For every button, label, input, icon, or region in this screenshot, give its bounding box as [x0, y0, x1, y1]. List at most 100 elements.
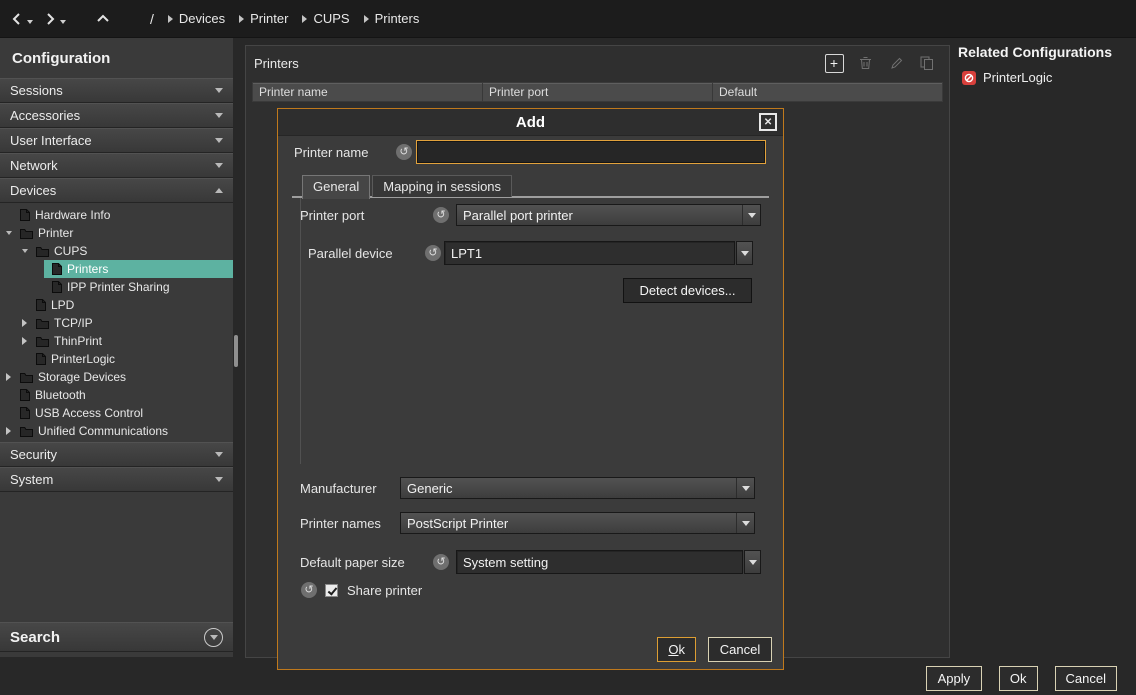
- printer-names-dropdown[interactable]: PostScript Printer: [400, 512, 755, 534]
- printer-name-input[interactable]: [416, 140, 766, 164]
- sidebar-search-header[interactable]: Search: [0, 622, 233, 652]
- edit-printer-button[interactable]: [886, 53, 906, 73]
- chevron-up-icon: [96, 12, 110, 26]
- reset-icon[interactable]: ↺: [433, 554, 449, 570]
- breadcrumb-arrow-icon: [239, 15, 244, 23]
- breadcrumb-devices[interactable]: Devices: [168, 11, 225, 26]
- tree-item-printerlogic[interactable]: PrinterLogic: [0, 350, 233, 368]
- sidebar-section-network[interactable]: Network: [0, 153, 233, 178]
- add-printer-button[interactable]: +: [824, 53, 844, 73]
- configuration-sidebar: Configuration Sessions Accessories User …: [0, 38, 233, 657]
- expand-arrow-icon[interactable]: [6, 231, 20, 235]
- tree-item-cups[interactable]: CUPS: [0, 242, 233, 260]
- tree-item-label: Unified Communications: [38, 424, 168, 438]
- tree-item-thinprint[interactable]: ThinPrint: [0, 332, 233, 350]
- reset-icon[interactable]: ↺: [425, 245, 441, 261]
- printer-port-dropdown[interactable]: Parallel port printer: [456, 204, 761, 226]
- column-header-default[interactable]: Default: [713, 83, 942, 101]
- sidebar-section-system[interactable]: System: [0, 467, 233, 492]
- tree-item-bluetooth[interactable]: Bluetooth: [0, 386, 233, 404]
- footer-buttons: Apply Ok Cancel: [926, 666, 1117, 691]
- detect-devices-button[interactable]: Detect devices...: [623, 278, 752, 303]
- tree-item-label: Storage Devices: [38, 370, 126, 384]
- back-button[interactable]: [10, 12, 24, 26]
- manufacturer-label: Manufacturer: [300, 481, 400, 496]
- sidebar-section-sessions[interactable]: Sessions: [0, 78, 233, 103]
- reset-icon[interactable]: ↺: [301, 582, 317, 598]
- printer-names-value: PostScript Printer: [401, 516, 736, 531]
- tree-item-printer[interactable]: Printer: [0, 224, 233, 242]
- breadcrumb-cups[interactable]: CUPS: [302, 11, 349, 26]
- dialog-close-button[interactable]: ✕: [759, 113, 777, 131]
- tree-item-printers[interactable]: Printers: [44, 260, 233, 278]
- document-icon: [52, 281, 62, 293]
- expand-arrow-icon[interactable]: [22, 249, 36, 253]
- delete-printer-button[interactable]: [855, 53, 875, 73]
- paper-size-field[interactable]: System setting: [456, 550, 743, 574]
- ok-button[interactable]: Ok: [999, 666, 1038, 691]
- folder-icon: [36, 336, 49, 347]
- up-button[interactable]: [96, 12, 110, 26]
- apply-button[interactable]: Apply: [926, 666, 982, 691]
- tree-item-tcpip[interactable]: TCP/IP: [0, 314, 233, 332]
- forward-history-caret-icon[interactable]: [60, 20, 66, 24]
- forward-button[interactable]: [43, 12, 57, 26]
- sidebar-section-user-interface[interactable]: User Interface: [0, 128, 233, 153]
- back-history-caret-icon[interactable]: [27, 20, 33, 24]
- dialog-title: Add: [516, 114, 545, 131]
- paper-size-dropdown-button[interactable]: [744, 550, 761, 574]
- tree-item-hardware-info[interactable]: Hardware Info: [0, 206, 233, 224]
- panel-title: Printers: [254, 56, 299, 71]
- breadcrumb-toolbar: / Devices Printer CUPS Printers: [0, 0, 1136, 38]
- tab-mapping-in-sessions[interactable]: Mapping in sessions: [372, 175, 512, 197]
- paper-size-row: Default paper size ↺ System setting: [300, 550, 761, 574]
- printers-toolbar: +: [824, 53, 937, 73]
- sidebar-section-security[interactable]: Security: [0, 442, 233, 467]
- tree-item-usb-access-control[interactable]: USB Access Control: [0, 404, 233, 422]
- breadcrumb-label: CUPS: [313, 11, 349, 26]
- manufacturer-dropdown[interactable]: Generic: [400, 477, 755, 499]
- document-icon: [36, 353, 46, 365]
- tree-item-ipp-printer-sharing[interactable]: IPP Printer Sharing: [0, 278, 233, 296]
- search-expand-button[interactable]: [204, 628, 223, 647]
- sidebar-section-devices[interactable]: Devices: [0, 178, 233, 203]
- dialog-cancel-button[interactable]: Cancel: [708, 637, 772, 662]
- printer-name-label: Printer name: [294, 145, 396, 160]
- parallel-device-row: Parallel device ↺ LPT1: [308, 241, 753, 265]
- sidebar-section-accessories[interactable]: Accessories: [0, 103, 233, 128]
- collapse-arrow-icon[interactable]: [22, 337, 36, 345]
- parallel-device-field[interactable]: LPT1: [444, 241, 735, 265]
- collapse-arrow-icon[interactable]: [22, 319, 36, 327]
- dialog-ok-button[interactable]: Ok: [657, 637, 696, 662]
- collapse-arrow-icon[interactable]: [6, 373, 20, 381]
- parallel-device-value: LPT1: [451, 246, 482, 261]
- breadcrumb-printer[interactable]: Printer: [239, 11, 288, 26]
- tree-item-lpd[interactable]: LPD: [0, 296, 233, 314]
- tree-item-label: Printer: [38, 226, 73, 240]
- app-window: / Devices Printer CUPS Printers Configur…: [0, 0, 1136, 695]
- tree-item-unified-communications[interactable]: Unified Communications: [0, 422, 233, 440]
- related-configurations-panel: Related Configurations PrinterLogic: [958, 44, 1136, 85]
- printer-port-value: Parallel port printer: [457, 208, 742, 223]
- section-label: System: [10, 472, 53, 487]
- tab-general[interactable]: General: [302, 175, 370, 199]
- cancel-button[interactable]: Cancel: [1055, 666, 1117, 691]
- copy-printer-button[interactable]: [917, 53, 937, 73]
- related-item-printerlogic[interactable]: PrinterLogic: [958, 70, 1136, 85]
- related-item-label: PrinterLogic: [983, 70, 1052, 85]
- reset-icon[interactable]: ↺: [433, 207, 449, 223]
- sidebar-scrollbar[interactable]: [234, 335, 238, 367]
- breadcrumb-root[interactable]: /: [150, 11, 154, 27]
- parallel-device-dropdown-button[interactable]: [736, 241, 753, 265]
- chevron-down-icon: [215, 88, 223, 93]
- breadcrumb-arrow-icon: [168, 15, 173, 23]
- column-header-printer-port[interactable]: Printer port: [483, 83, 713, 101]
- share-printer-checkbox[interactable]: [325, 584, 338, 597]
- column-header-printer-name[interactable]: Printer name: [253, 83, 483, 101]
- trash-icon: [859, 56, 872, 70]
- tree-item-storage-devices[interactable]: Storage Devices: [0, 368, 233, 386]
- reset-icon[interactable]: ↺: [396, 144, 412, 160]
- collapse-arrow-icon[interactable]: [6, 427, 20, 435]
- chevron-left-icon: [10, 12, 24, 26]
- breadcrumb-printers[interactable]: Printers: [364, 11, 420, 26]
